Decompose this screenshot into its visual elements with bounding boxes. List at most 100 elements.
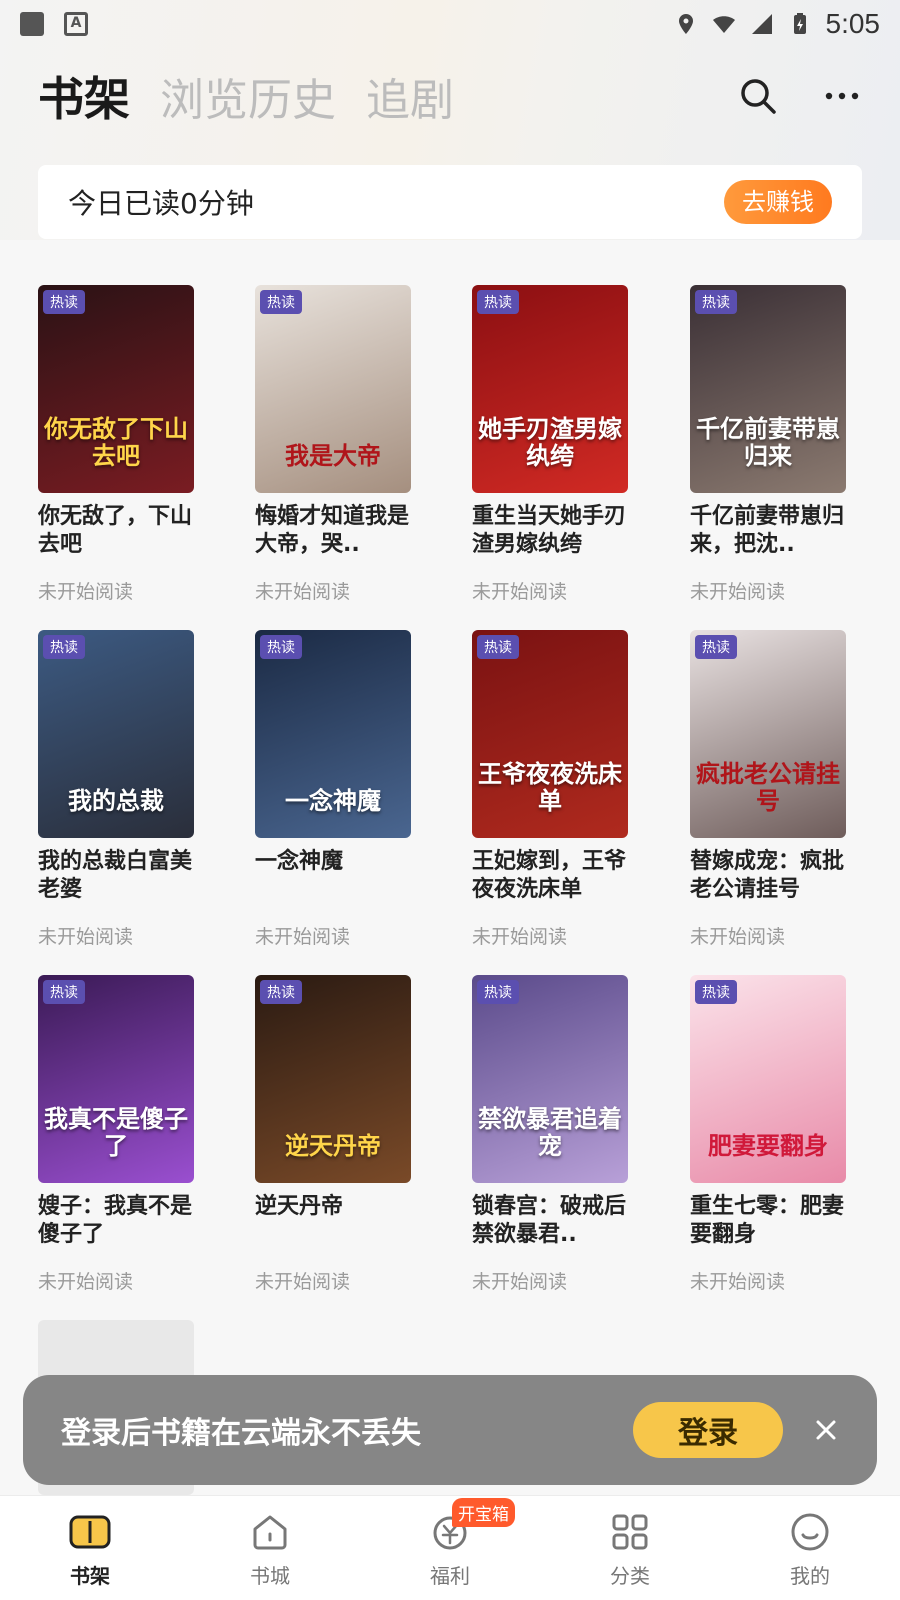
book-title: 重生七零：肥妻要翻身 xyxy=(690,1194,845,1247)
nav-label: 福利 xyxy=(430,1564,470,1588)
hot-badge: 热读 xyxy=(695,980,737,1004)
cover-title: 王爷夜夜洗床单 xyxy=(478,759,622,816)
more-button[interactable] xyxy=(822,76,862,116)
reading-time-text: 今日已读0分钟 xyxy=(68,187,254,220)
hot-badge: 热读 xyxy=(43,980,85,1004)
book-card[interactable]: 热读 我真不是傻子了 嫂子：我真不是傻子了 未开始阅读 xyxy=(38,975,194,1294)
tab-drama[interactable]: 追剧 xyxy=(366,64,454,128)
app-notification-icon: A xyxy=(64,12,88,36)
book-title: 逆天丹帝 xyxy=(255,1194,344,1219)
book-status: 未开始阅读 xyxy=(255,1271,351,1293)
cover-title: 一念神魔 xyxy=(285,787,381,816)
reading-time-banner: 今日已读0分钟 去赚钱 xyxy=(38,165,862,239)
login-prompt-text: 登录后书籍在云端永不丢失 xyxy=(61,1416,421,1451)
bottom-navigation: 书架 书城 开宝箱 福利 分类 我的 xyxy=(0,1495,900,1600)
earn-money-button[interactable]: 去赚钱 xyxy=(724,180,832,224)
nav-item-bookshelf[interactable]: 书架 xyxy=(0,1496,180,1600)
login-button[interactable]: 登录 xyxy=(633,1402,783,1458)
hot-badge: 热读 xyxy=(43,290,85,314)
nav-item-welfare[interactable]: 开宝箱 福利 xyxy=(360,1496,540,1600)
book-status: 未开始阅读 xyxy=(38,581,134,603)
more-icon xyxy=(825,92,859,100)
cover-title: 我是大帝 xyxy=(285,442,381,471)
book-card[interactable]: 热读 禁欲暴君追着宠 锁春宫：破戒后禁欲暴君.. 未开始阅读 xyxy=(472,975,628,1294)
search-button[interactable] xyxy=(738,76,778,116)
hot-badge: 热读 xyxy=(260,980,302,1004)
book-card[interactable]: 热读 她手刃渣男嫁纨绔 重生当天她手刃渣男嫁纨绔 未开始阅读 xyxy=(472,285,628,604)
hot-badge: 热读 xyxy=(260,290,302,314)
book-status: 未开始阅读 xyxy=(472,1271,568,1293)
book-title: 替嫁成宠：疯批老公请挂号 xyxy=(690,849,845,902)
book-status: 未开始阅读 xyxy=(690,926,786,948)
book-status: 未开始阅读 xyxy=(472,926,568,948)
book-cover: 热读 疯批老公请挂号 xyxy=(690,630,846,838)
cover-title: 逆天丹帝 xyxy=(285,1132,381,1161)
book-card[interactable]: 热读 你无敌了下山去吧 你无敌了，下山去吧 未开始阅读 xyxy=(38,285,194,604)
book-status: 未开始阅读 xyxy=(38,926,134,948)
cover-title: 我的总裁 xyxy=(68,787,164,816)
hot-badge: 热读 xyxy=(477,635,519,659)
book-title: 你无敌了，下山去吧 xyxy=(38,504,193,557)
book-card[interactable]: 热读 疯批老公请挂号 替嫁成宠：疯批老公请挂号 未开始阅读 xyxy=(690,630,846,949)
book-cover: 热读 我的总裁 xyxy=(38,630,194,838)
book-title: 王妃嫁到，王爷夜夜洗床单 xyxy=(472,849,627,902)
book-title: 千亿前妻带崽归来，把沈.. xyxy=(690,504,845,557)
book-card[interactable]: 热读 千亿前妻带崽归来 千亿前妻带崽归来，把沈.. 未开始阅读 xyxy=(690,285,846,604)
location-icon xyxy=(678,14,693,34)
hot-badge: 热读 xyxy=(43,635,85,659)
book-card[interactable]: 热读 逆天丹帝 逆天丹帝 未开始阅读 xyxy=(255,975,411,1294)
nav-label: 分类 xyxy=(610,1564,650,1588)
hot-badge: 热读 xyxy=(260,635,302,659)
signal-icon xyxy=(751,14,772,34)
home-icon xyxy=(248,1510,292,1554)
book-cover: 热读 我是大帝 xyxy=(255,285,411,493)
gallery-notification-icon xyxy=(20,12,44,36)
nav-item-category[interactable]: 分类 xyxy=(540,1496,720,1600)
cover-title: 你无敌了下山去吧 xyxy=(44,414,188,471)
book-title: 我的总裁白富美老婆 xyxy=(38,849,193,902)
book-title: 锁春宫：破戒后禁欲暴君.. xyxy=(472,1194,627,1247)
cover-title: 肥妻要翻身 xyxy=(708,1132,828,1161)
book-card[interactable]: 热读 一念神魔 一念神魔 未开始阅读 xyxy=(255,630,411,949)
nav-label: 书城 xyxy=(250,1564,290,1588)
book-status: 未开始阅读 xyxy=(690,581,786,603)
status-time: 5:05 xyxy=(825,8,881,39)
category-icon xyxy=(608,1510,652,1554)
book-card[interactable]: 热读 肥妻要翻身 重生七零：肥妻要翻身 未开始阅读 xyxy=(690,975,846,1294)
book-cover: 热读 逆天丹帝 xyxy=(255,975,411,1183)
book-status: 未开始阅读 xyxy=(255,926,351,948)
hot-badge: 热读 xyxy=(695,635,737,659)
book-cover: 热读 王爷夜夜洗床单 xyxy=(472,630,628,838)
book-cover: 热读 我真不是傻子了 xyxy=(38,975,194,1183)
battery-icon xyxy=(793,13,806,34)
nav-item-bookstore[interactable]: 书城 xyxy=(180,1496,360,1600)
search-icon xyxy=(741,79,776,114)
cover-title: 千亿前妻带崽归来 xyxy=(696,414,840,471)
bookshelf-icon xyxy=(68,1510,112,1554)
treasure-box-badge: 开宝箱 xyxy=(452,1498,515,1527)
cover-title: 疯批老公请挂号 xyxy=(696,759,840,816)
nav-label: 书架 xyxy=(70,1564,110,1588)
book-cover: 热读 禁欲暴君追着宠 xyxy=(472,975,628,1183)
book-status: 未开始阅读 xyxy=(690,1271,786,1293)
close-login-prompt-button[interactable] xyxy=(813,1417,839,1443)
status-bar: A 5:05 xyxy=(0,0,900,48)
cover-title: 禁欲暴君追着宠 xyxy=(478,1104,622,1161)
book-card[interactable]: 热读 王爷夜夜洗床单 王妃嫁到，王爷夜夜洗床单 未开始阅读 xyxy=(472,630,628,949)
profile-icon xyxy=(788,1510,832,1554)
hot-badge: 热读 xyxy=(695,290,737,314)
tab-history[interactable]: 浏览历史 xyxy=(160,64,336,128)
book-title: 悔婚才知道我是大帝，哭.. xyxy=(255,504,410,557)
book-status: 未开始阅读 xyxy=(38,1271,134,1293)
cover-title: 她手刃渣男嫁纨绔 xyxy=(478,414,622,471)
book-status: 未开始阅读 xyxy=(255,581,351,603)
tab-bookshelf[interactable]: 书架 xyxy=(38,63,130,129)
book-card[interactable]: 热读 我的总裁 我的总裁白富美老婆 未开始阅读 xyxy=(38,630,194,949)
hot-badge: 热读 xyxy=(477,980,519,1004)
book-card[interactable]: 热读 我是大帝 悔婚才知道我是大帝，哭.. 未开始阅读 xyxy=(255,285,411,604)
nav-label: 我的 xyxy=(790,1564,830,1588)
top-tab-bar: 书架 浏览历史 追剧 xyxy=(0,60,900,132)
wifi-icon xyxy=(712,16,735,33)
nav-item-profile[interactable]: 我的 xyxy=(720,1496,900,1600)
book-title: 一念神魔 xyxy=(255,849,344,874)
